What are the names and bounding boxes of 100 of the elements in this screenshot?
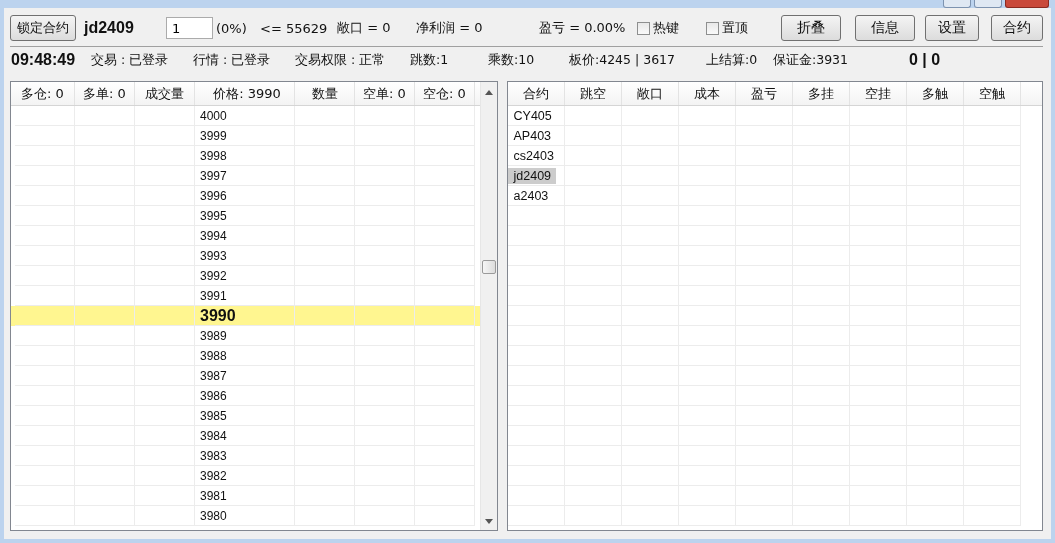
- price-cell: 3983: [200, 448, 227, 463]
- table-cell: [963, 106, 1021, 126]
- price-row[interactable]: 3998: [11, 146, 480, 166]
- column-header[interactable]: 空触: [963, 82, 1021, 105]
- column-header[interactable]: 敞口: [621, 82, 679, 105]
- checkbox-label: 热键: [653, 19, 679, 37]
- price-row[interactable]: 3984: [11, 426, 480, 446]
- column-header[interactable]: 多触: [906, 82, 964, 105]
- toolbar-button[interactable]: 设置: [925, 15, 979, 41]
- price-cell: 3988: [200, 348, 227, 363]
- price-cell: 3992: [200, 268, 227, 283]
- price-row[interactable]: 3982: [11, 466, 480, 486]
- price-row[interactable]: 3990: [11, 306, 480, 326]
- price-row[interactable]: 3992: [11, 266, 480, 286]
- scroll-thumb[interactable]: [481, 260, 496, 274]
- price-row[interactable]: 3981: [11, 486, 480, 506]
- price-cell: 3984: [200, 428, 227, 443]
- table-cell: [906, 106, 964, 126]
- column-header[interactable]: 多挂: [792, 82, 850, 105]
- clock-time: 09:48:49: [11, 51, 77, 69]
- status-item: 跳数:1: [410, 51, 450, 69]
- status-item: 上结算:0: [706, 51, 759, 69]
- status-item: 交易权限 : 正常: [295, 51, 387, 69]
- price-row[interactable]: 3988: [11, 346, 480, 366]
- column-header[interactable]: 多仓: 0: [11, 82, 75, 105]
- price-row[interactable]: 3985: [11, 406, 480, 426]
- scroll-up-icon[interactable]: [484, 90, 493, 95]
- price-cell: 3985: [200, 408, 227, 423]
- price-cell: 3998: [200, 148, 227, 163]
- toolbar-button[interactable]: 折叠: [781, 15, 841, 41]
- table-cell: [507, 246, 565, 266]
- contract-cell[interactable]: a2403: [507, 187, 554, 204]
- price-row[interactable]: 3986: [11, 386, 480, 406]
- column-header[interactable]: 价格: 3990: [195, 82, 295, 105]
- contract-cell[interactable]: cs2403: [507, 147, 559, 164]
- table-cell: [735, 106, 793, 126]
- column-header[interactable]: 空挂: [849, 82, 907, 105]
- table-cell: [507, 326, 565, 346]
- lock-contract-button[interactable]: 锁定合约: [10, 15, 76, 41]
- column-header[interactable]: 跳空: [564, 82, 622, 105]
- column-header[interactable]: 成本: [678, 82, 736, 105]
- column-header[interactable]: 空单: 0: [355, 82, 415, 105]
- price-cell: 3980: [200, 508, 227, 523]
- table-cell: [507, 426, 565, 446]
- column-header[interactable]: 合约: [507, 82, 565, 105]
- counter-label: 0 | 0: [909, 51, 942, 69]
- price-cell: 3993: [200, 248, 227, 263]
- pnl-label: 盈亏 = 0.00%: [539, 19, 627, 37]
- table-cell: [507, 366, 565, 386]
- contract-cell[interactable]: CY405: [507, 107, 557, 124]
- status-item: 乘数:10: [488, 51, 536, 69]
- symbol-label: jd2409: [84, 19, 135, 37]
- status-item: 行情 : 已登录: [193, 51, 272, 69]
- scrollbar[interactable]: [479, 82, 497, 530]
- table-cell: [507, 286, 565, 306]
- quantity-field[interactable]: 1: [166, 17, 213, 39]
- toolbar-button[interactable]: 信息: [855, 15, 915, 41]
- price-row[interactable]: 3999: [11, 126, 480, 146]
- scroll-down-icon[interactable]: [484, 519, 493, 524]
- price-row[interactable]: 3987: [11, 366, 480, 386]
- price-cell: 3990: [200, 306, 236, 325]
- toolbar-button[interactable]: 合约: [991, 15, 1043, 41]
- price-row[interactable]: 3980: [11, 506, 480, 526]
- maximize-button[interactable]: [974, 0, 1002, 8]
- column-header[interactable]: 数量: [295, 82, 355, 105]
- price-cell: 3986: [200, 388, 227, 403]
- column-header[interactable]: 多单: 0: [75, 82, 135, 105]
- table-cell: [678, 106, 736, 126]
- price-row[interactable]: 3995: [11, 206, 480, 226]
- checkbox[interactable]: [706, 21, 719, 35]
- table-cell: [507, 466, 565, 486]
- status-item: 保证金:3931: [773, 51, 850, 69]
- price-row[interactable]: 3997: [11, 166, 480, 186]
- price-row[interactable]: 4000: [11, 106, 480, 126]
- checkbox[interactable]: [637, 21, 650, 35]
- table-cell: [849, 106, 907, 126]
- price-cell: 3981: [200, 488, 227, 503]
- percent-label: (0%): [216, 20, 248, 36]
- table-cell: [621, 106, 679, 126]
- table-cell: [507, 226, 565, 246]
- checkbox-label: 置顶: [722, 19, 748, 37]
- contract-cell[interactable]: jd2409: [507, 167, 557, 184]
- minimize-button[interactable]: [943, 0, 971, 8]
- price-cell: 3991: [200, 288, 227, 303]
- price-row[interactable]: 3994: [11, 226, 480, 246]
- close-button[interactable]: [1005, 0, 1049, 8]
- contract-cell[interactable]: AP403: [507, 127, 557, 144]
- table-cell: [507, 486, 565, 506]
- table-cell: [507, 406, 565, 426]
- table-cell: [507, 346, 565, 366]
- column-header[interactable]: 空仓: 0: [415, 82, 475, 105]
- price-row[interactable]: 3983: [11, 446, 480, 466]
- price-cell: 3982: [200, 468, 227, 483]
- price-row[interactable]: 3989: [11, 326, 480, 346]
- price-cell: 3994: [200, 228, 227, 243]
- limit-label: <= 55629: [260, 20, 329, 36]
- column-header[interactable]: 盈亏: [735, 82, 793, 105]
- column-header[interactable]: 成交量: [135, 82, 195, 105]
- price-row[interactable]: 3996: [11, 186, 480, 206]
- price-row[interactable]: 3993: [11, 246, 480, 266]
